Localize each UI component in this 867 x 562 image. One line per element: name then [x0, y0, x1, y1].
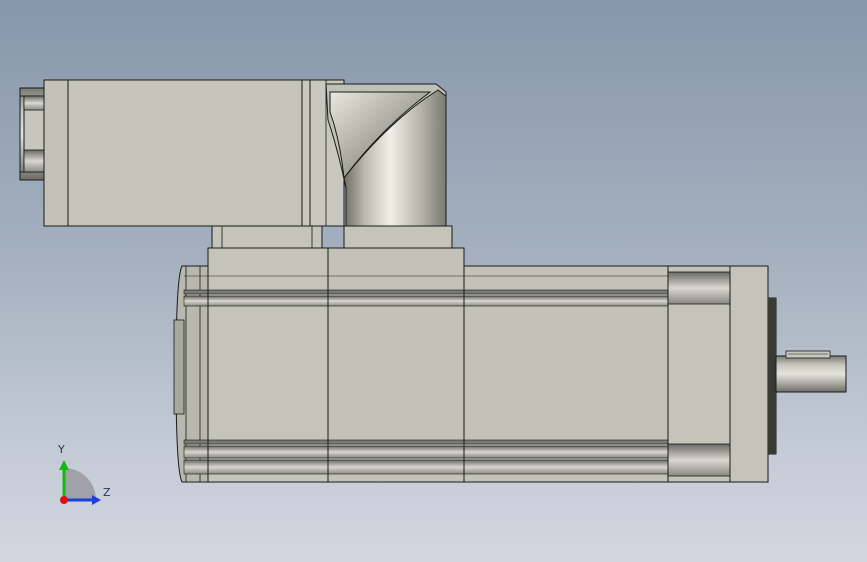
elbow-base	[343, 225, 453, 249]
motor-body[interactable]	[173, 247, 777, 483]
y-axis-label: Y	[58, 443, 65, 456]
shaft-key	[785, 350, 831, 359]
x-axis-dot	[60, 496, 68, 504]
y-axis-arrowhead	[59, 460, 69, 470]
orientation-triad	[59, 460, 101, 505]
graphics-viewport[interactable]: Y Z	[0, 0, 867, 562]
connector-base	[211, 225, 323, 249]
z-axis-label: Z	[103, 486, 111, 499]
z-axis-arrowhead	[92, 495, 101, 505]
motor-model-view[interactable]	[0, 0, 867, 562]
triad-xy-plane-arc	[64, 468, 96, 500]
cable-elbow[interactable]	[325, 83, 453, 249]
signal-connector[interactable]	[19, 79, 345, 249]
output-shaft[interactable]	[775, 350, 847, 393]
